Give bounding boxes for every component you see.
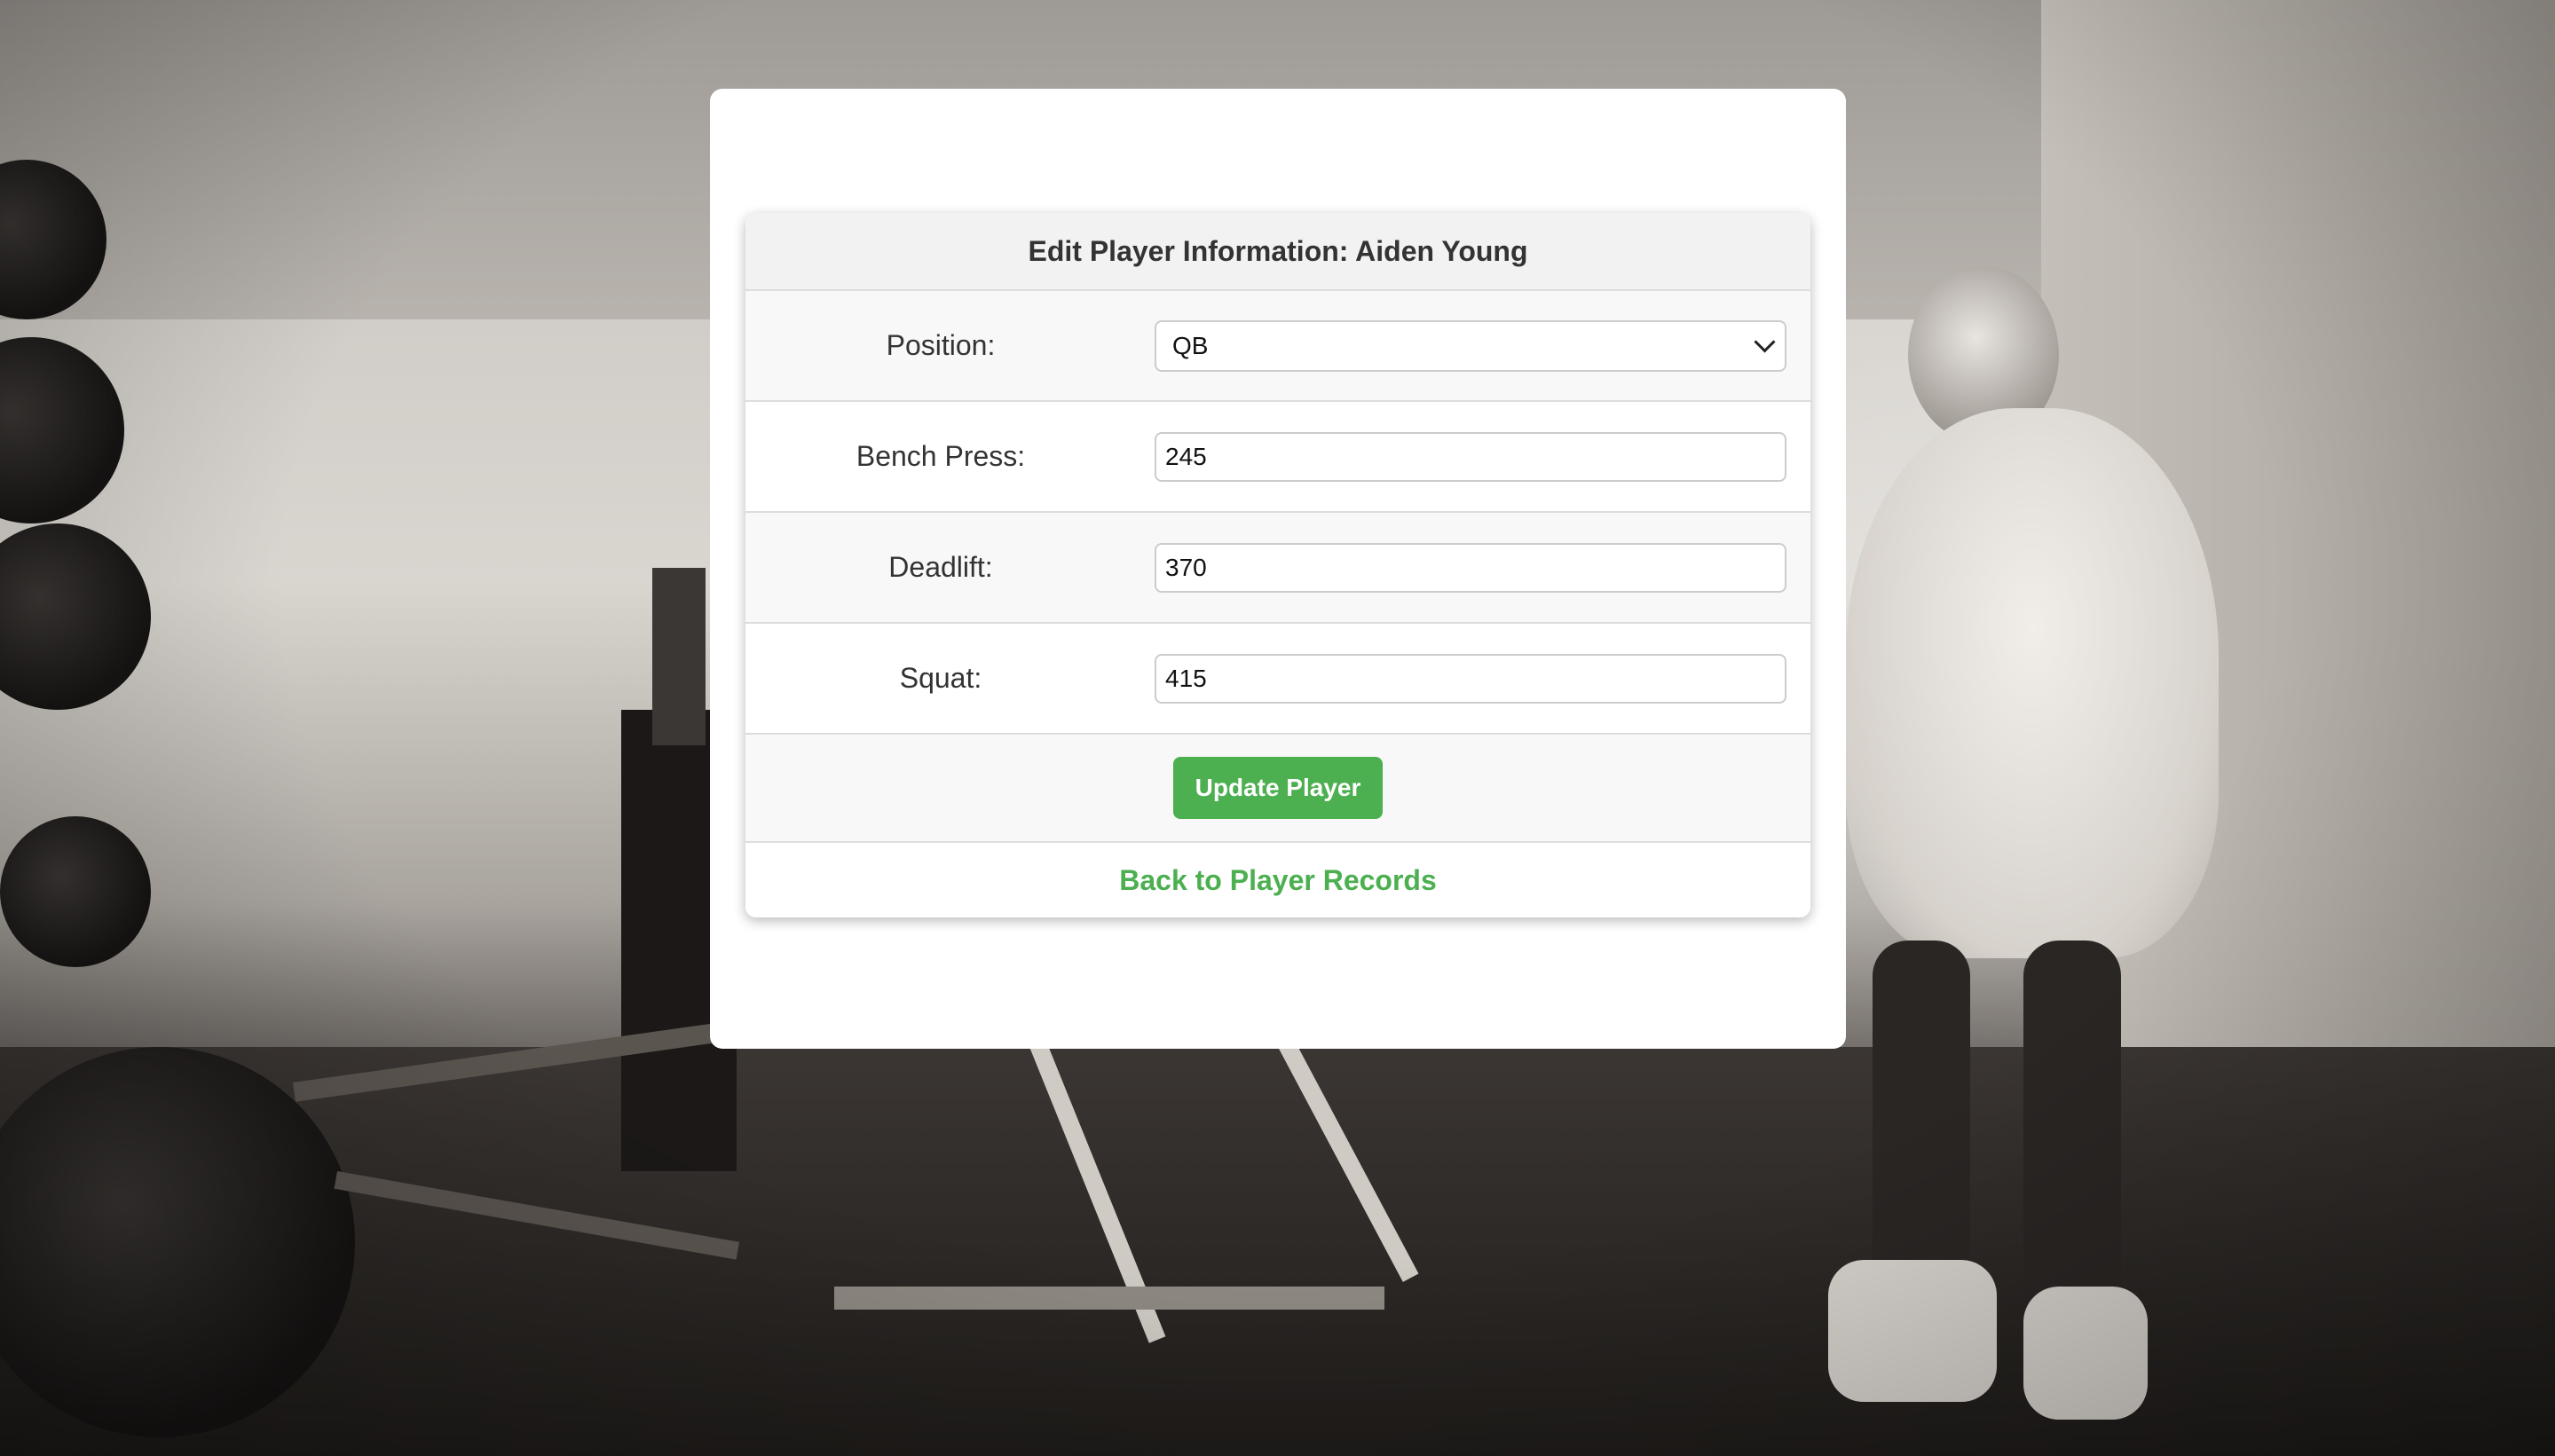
deadlift-input[interactable] <box>1155 542 1786 593</box>
squat-input[interactable] <box>1155 653 1786 704</box>
page-container: Edit Player Information: Aiden Young Pos… <box>710 89 1846 1049</box>
chevron-down-icon <box>1754 331 1776 353</box>
squat-label: Squat: <box>899 662 982 694</box>
form-actions: Update Player <box>745 735 1810 843</box>
bench-press-label: Bench Press: <box>856 440 1026 472</box>
form-row-bench-press: Bench Press: <box>745 402 1810 513</box>
position-selected-value: QB <box>1172 331 1209 359</box>
back-to-records-link[interactable]: Back to Player Records <box>1119 864 1437 897</box>
position-label: Position: <box>886 329 996 361</box>
form-row-deadlift: Deadlift: <box>745 513 1810 624</box>
form-row-squat: Squat: <box>745 624 1810 735</box>
back-link-row: Back to Player Records <box>745 843 1810 917</box>
update-player-button[interactable]: Update Player <box>1173 757 1383 819</box>
deadlift-label: Deadlift: <box>888 551 993 583</box>
form-title: Edit Player Information: Aiden Young <box>745 213 1810 291</box>
edit-player-form: Edit Player Information: Aiden Young Pos… <box>745 213 1810 917</box>
form-row-position: Position: QB <box>745 291 1810 402</box>
bench-press-input[interactable] <box>1155 431 1786 482</box>
position-select[interactable]: QB <box>1155 319 1786 372</box>
